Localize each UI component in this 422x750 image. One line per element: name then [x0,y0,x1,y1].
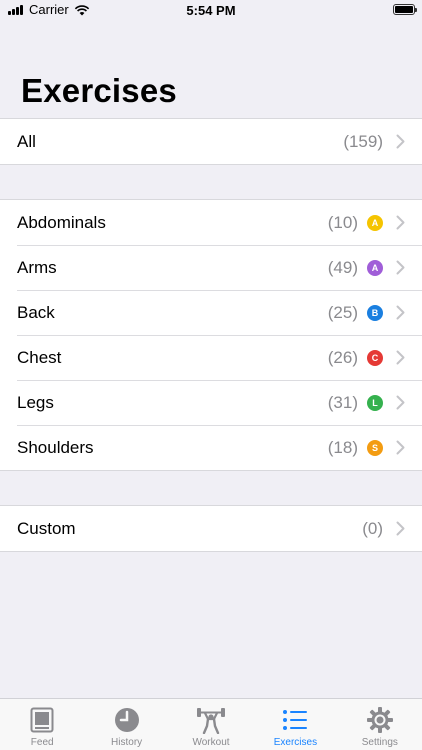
chevron-right-icon [392,521,408,537]
chevron-right-icon [392,134,408,150]
row-label: Abdominals [17,212,106,232]
tab-label: Feed [30,737,54,748]
feed-icon [27,705,57,735]
chevron-right-icon [392,350,408,366]
row-abdominals[interactable]: Abdominals (10) A [0,200,422,245]
tab-bar: Feed History Workout Exercises Settings [0,698,422,750]
row-count: (26) [327,347,358,367]
tab-label: Exercises [273,737,318,748]
category-badge: S [367,439,383,456]
row-label: Arms [17,257,57,277]
row-count: (49) [327,257,358,277]
tab-label: Workout [192,737,230,748]
row-arms[interactable]: Arms (49) A [0,245,422,290]
tab-history[interactable]: History [84,699,168,750]
chevron-right-icon [392,395,408,411]
row-chest[interactable]: Chest (26) C [0,335,422,380]
row-shoulders[interactable]: Shoulders (18) S [0,425,422,470]
row-label: Chest [17,347,62,367]
gear-icon [365,705,395,735]
battery-icon [393,4,417,15]
row-count: (25) [327,302,358,322]
category-badge: A [367,214,383,231]
custom-group: Custom (0) [0,505,422,552]
chevron-right-icon [392,305,408,321]
row-count: (18) [327,437,358,457]
row-count: (31) [327,392,358,412]
page-title: Exercises [21,72,177,109]
row-legs[interactable]: Legs (31) L [0,380,422,425]
row-count: (10) [327,212,358,232]
tab-feed[interactable]: Feed [0,699,84,750]
all-group: All (159) [0,118,422,165]
row-label: Shoulders [17,437,94,457]
row-custom[interactable]: Custom (0) [0,506,422,551]
tab-workout[interactable]: Workout [169,699,253,750]
chevron-right-icon [392,440,408,456]
tab-label: Settings [361,737,398,748]
category-badge: A [367,259,383,276]
row-label: Custom [17,518,76,538]
chevron-right-icon [392,260,408,276]
row-back[interactable]: Back (25) B [0,290,422,335]
category-badge: C [367,349,383,366]
chevron-right-icon [392,215,408,231]
row-count: (0) [362,518,383,538]
row-label: Legs [17,392,54,412]
clock-icon [112,705,142,735]
row-count: (159) [343,131,383,151]
status-time: 5:54 PM [186,3,236,18]
weightlifter-icon [196,705,226,735]
row-all[interactable]: All (159) [0,119,422,164]
list-icon [280,705,310,735]
categories-group: Abdominals (10) A Arms (49) A Back (25) … [0,199,422,471]
tab-settings[interactable]: Settings [338,699,422,750]
row-label: All [17,131,36,151]
category-badge: B [367,304,383,321]
row-label: Back [17,302,55,322]
category-badge: L [367,394,383,411]
tab-label: History [111,737,143,748]
tab-exercises[interactable]: Exercises [253,699,337,750]
status-bar: Carrier 5:54 PM [0,0,422,22]
